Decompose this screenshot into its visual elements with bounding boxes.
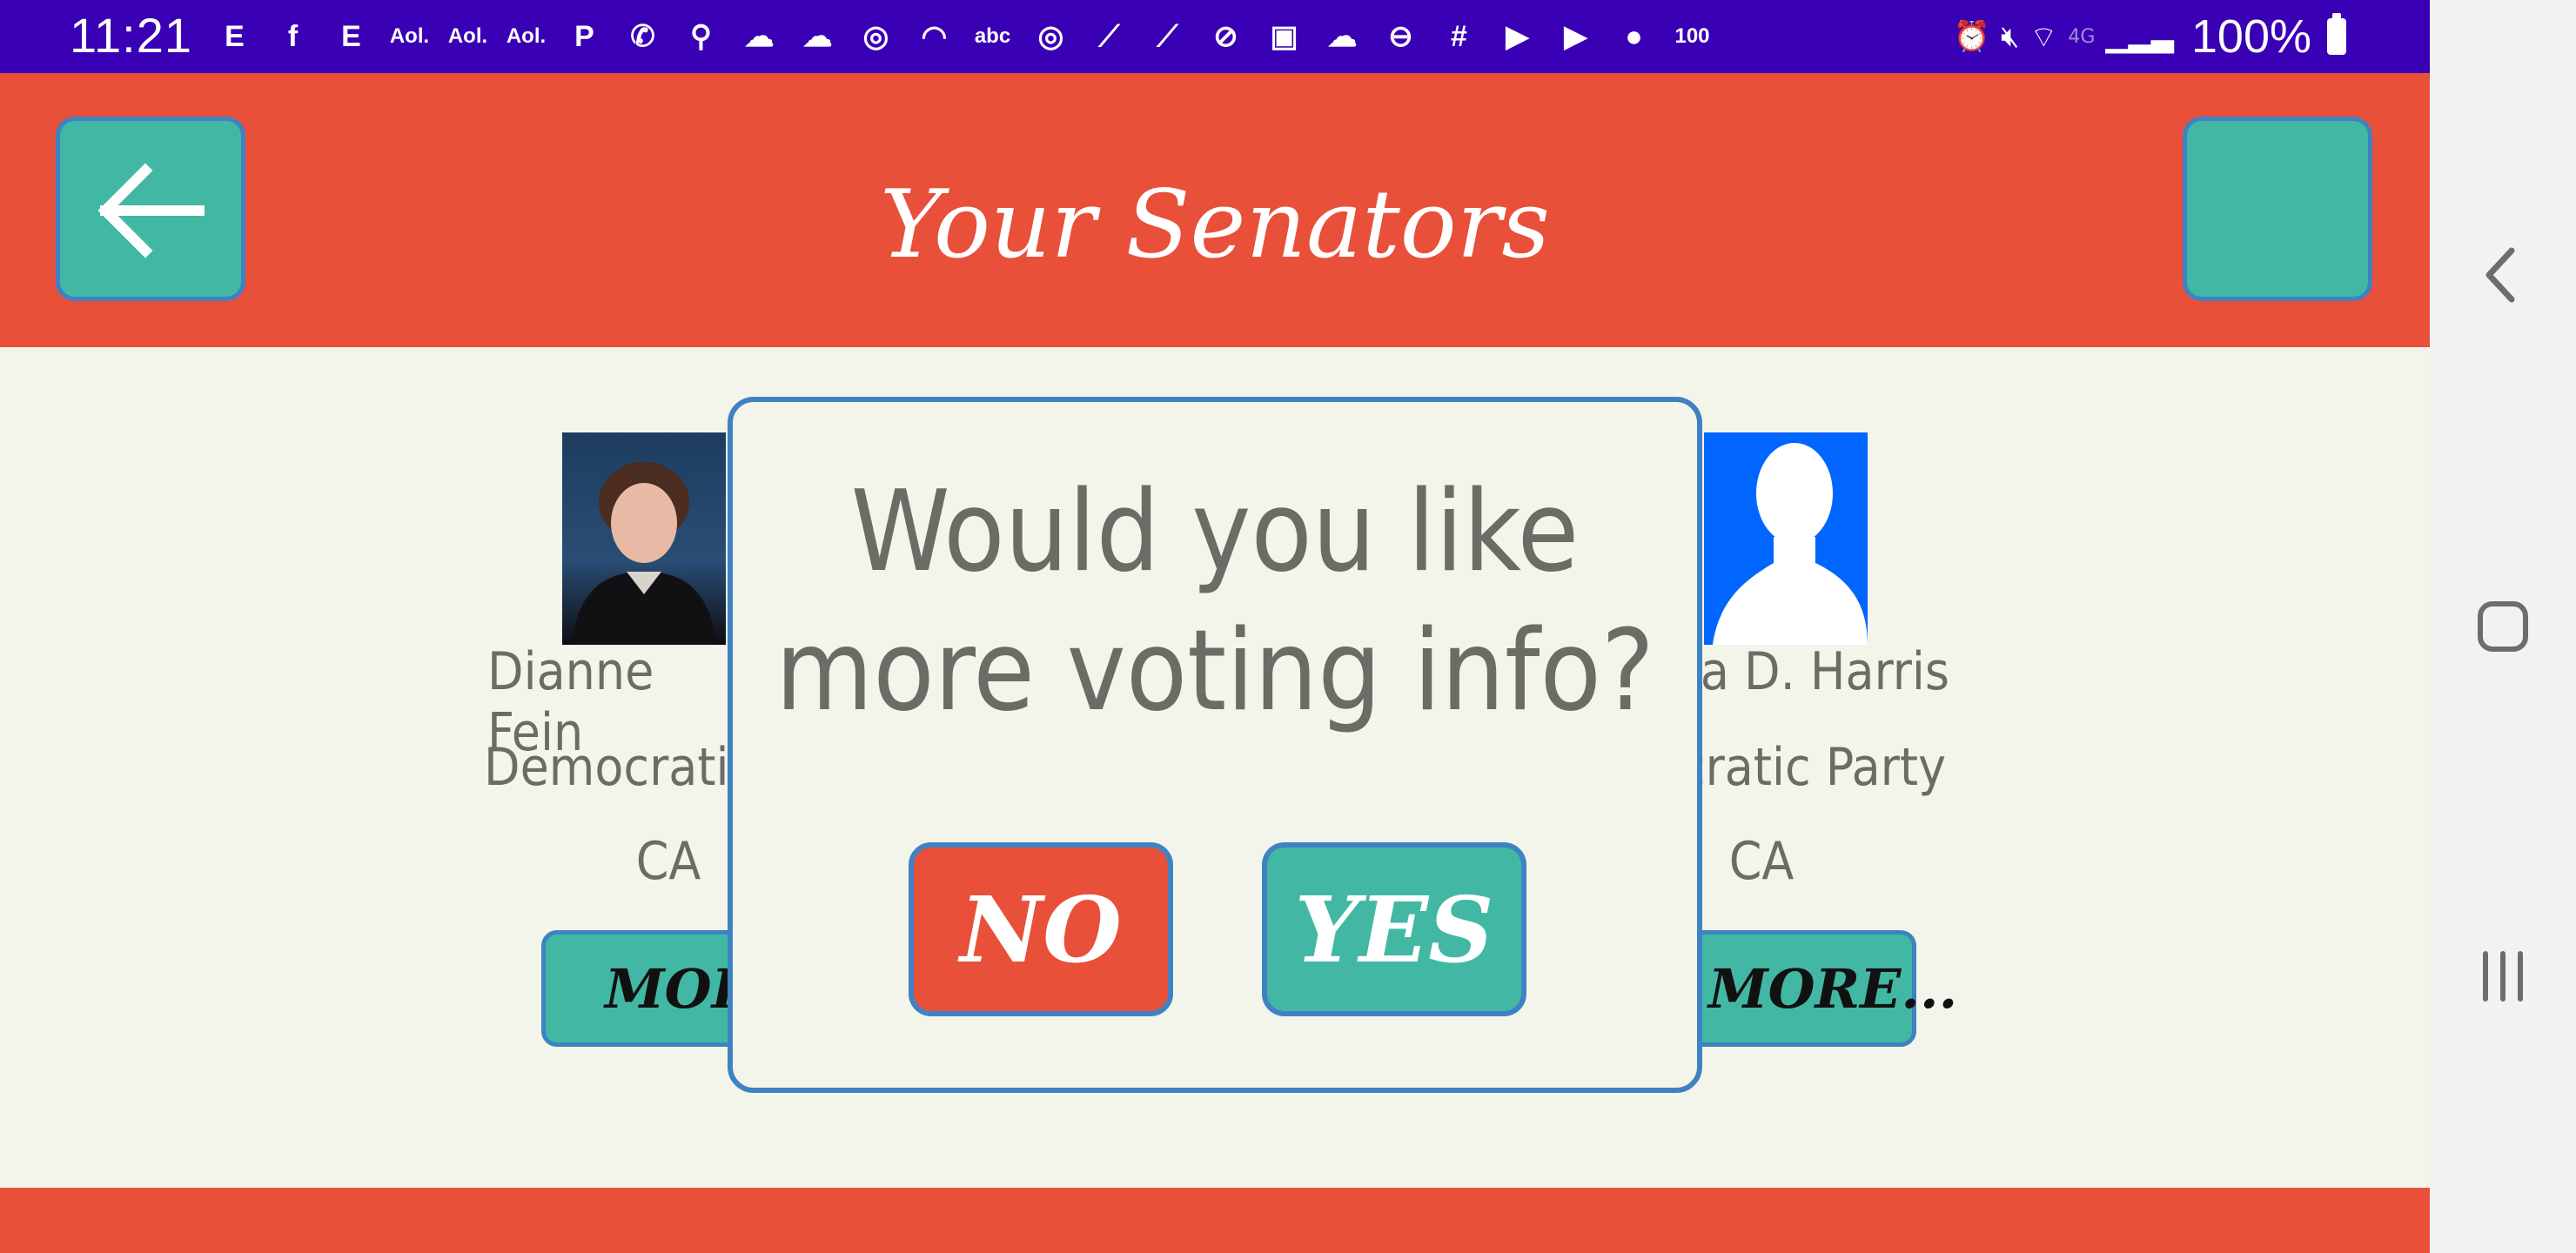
mute-icon: 🔇︎ [2000,19,2020,54]
facebook-icon: f [287,19,299,53]
recents-icon [2483,951,2523,1002]
instagram-icon: ◎ [1037,20,1064,53]
notification-icon: ⊘ [1213,20,1238,53]
senator-photo-placeholder [1704,432,1868,645]
network-type-label: 4G [2068,25,2096,48]
header-right-button[interactable] [2183,117,2372,301]
notification-icon: E [341,19,361,53]
senator-photo [562,432,726,645]
pizza-icon: ⟋ [1098,19,1120,53]
hashtag-icon: # [1451,19,1467,53]
signal-icon: ▁▂▃ [2105,19,2174,54]
reddit-icon: ☁ [802,20,833,53]
pizza-icon: ⟋ [1157,19,1178,53]
status-time: 11:21 [70,8,192,63]
ghost-icon: ● [1625,19,1643,53]
youtube-icon: ▶ [1506,20,1529,53]
notification-icon: E [225,19,245,53]
page-title: Your Senators [880,171,1550,279]
system-icons: ⏰ 🔇︎ ⌔ 4G ▁▂▃ 100% [1954,9,2346,64]
app-header: Your Senators [0,73,2430,347]
youtube-icon: ▶ [1564,20,1587,53]
status-bar: 11:21 E f E Aol. Aol. Aol. P ✆ ⚲ ☁ ☁ ◎ ◠… [0,0,2430,73]
instagram-icon: ◎ [862,20,889,53]
battery-100-icon: 100 [1674,24,1710,48]
person-silhouette-icon [1713,443,1868,645]
nav-recents-button[interactable] [2430,948,2576,1004]
chevron-left-icon [2485,247,2515,303]
minus-circle-icon: ⊖ [1388,20,1413,53]
reddit-icon: ☁ [744,20,775,53]
battery-percent: 100% [2190,10,2311,63]
p-icon: P [574,19,594,53]
abc-icon: abc [974,24,1011,48]
app-footer [0,1188,2430,1253]
wifi-call-icon: ✆ [630,20,655,53]
notification-icon: ⚲ [690,20,712,53]
aol-icon: Aol. [506,24,547,48]
battery-icon [2327,13,2346,55]
cloud-icon: ☁ [1327,20,1358,53]
notification-icons: E f E Aol. Aol. Aol. P ✆ ⚲ ☁ ☁ ◎ ◠ abc ◎… [205,12,1721,61]
voting-info-dialog: Would you like more voting info? NO YES [728,397,1702,1093]
image-icon: ▣ [1270,20,1298,53]
no-button[interactable]: NO [909,842,1173,1016]
aol-icon: Aol. [389,24,430,48]
dialog-message-line1: Would you like [850,467,1580,597]
nav-home-button[interactable] [2430,599,2576,654]
yes-button[interactable]: YES [1262,842,1526,1016]
notification-icon: ◠ [921,20,948,53]
nav-back-button[interactable] [2430,245,2576,305]
home-square-icon [2478,601,2528,652]
aol-icon: Aol. [447,24,488,48]
dialog-message-line2: more voting info? [775,606,1654,736]
wifi-icon: ⌔ [2029,19,2058,55]
system-nav-bar [2430,0,2576,1253]
dialog-message: Would you like more voting info? [733,463,1697,741]
senator-party: Democratic [484,737,755,798]
alarm-icon: ⏰ [1953,19,1990,54]
